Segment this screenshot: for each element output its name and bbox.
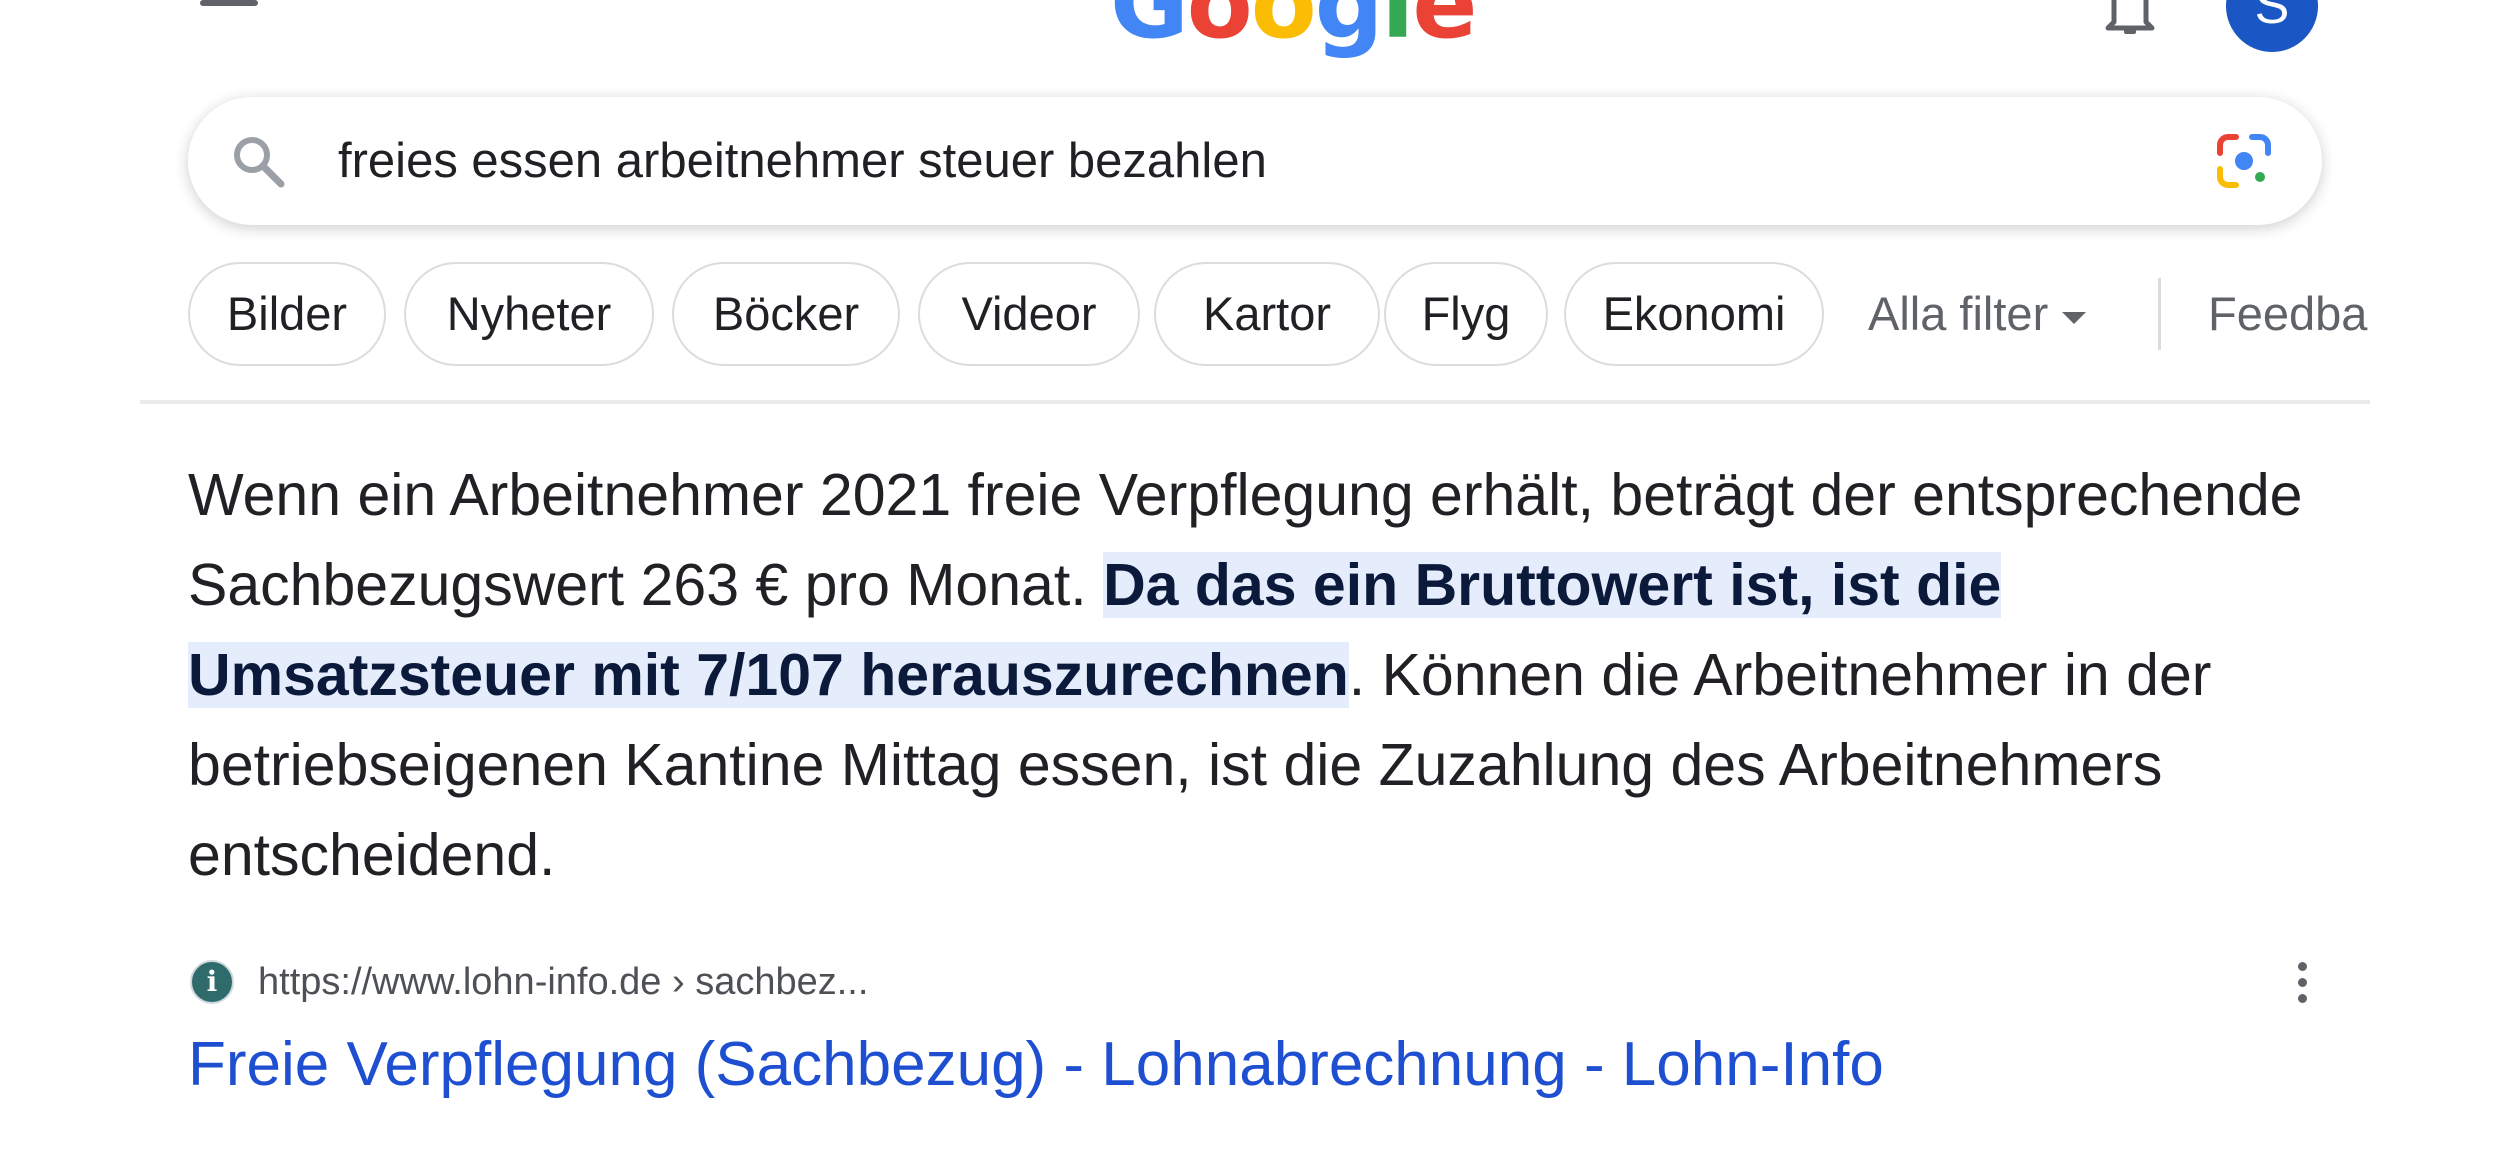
logo-letter-o1: o [1186,0,1253,60]
chip-nyheter[interactable]: Nyheter [404,262,654,366]
bell-icon[interactable] [2100,0,2160,34]
chip-videor[interactable]: Videor [918,262,1140,366]
chip-kartor[interactable]: Kartor [1154,262,1380,366]
result-title-link[interactable]: Freie Verpflegung (Sachbezug) - Lohnabre… [188,1020,1884,1110]
google-logo[interactable]: Google [1110,0,1477,52]
all-filters-button[interactable]: Alla filter [1868,262,2087,366]
logo-letter-o2: o [1250,0,1317,60]
chip-bocker[interactable]: Böcker [672,262,900,366]
section-divider [140,400,2370,404]
chip-flyg[interactable]: Flyg [1384,262,1548,366]
logo-letter-g: G [1110,0,1189,60]
caret-down-icon [2062,311,2087,324]
all-filters-label: Alla filter [1868,287,2049,340]
search-bar[interactable]: freies essen arbeitnehmer steuer bezahle… [188,97,2322,225]
chip-ekonomi[interactable]: Ekonomi [1564,262,1824,366]
filter-chips: Bilder Nyheter Böcker Videor Kartor Flyg… [188,262,2368,370]
avatar[interactable]: S [2226,0,2318,52]
chip-divider [2158,278,2161,350]
logo-letter-g2: g [1314,0,1384,60]
site-favicon[interactable]: i [190,960,234,1004]
chip-bilder[interactable]: Bilder [188,262,386,366]
search-input[interactable]: freies essen arbeitnehmer steuer bezahle… [338,97,1267,225]
google-lens-icon[interactable] [2216,133,2272,189]
feedback-link[interactable]: Feedba [2208,262,2367,366]
result-url[interactable]: https://www.lohn-info.de › sachbez... [258,957,868,1007]
more-vert-icon[interactable] [2290,962,2314,1006]
search-icon[interactable] [230,133,286,189]
logo-letter-e: e [1412,0,1477,60]
logo-letter-l: l [1381,0,1414,60]
menu-icon[interactable] [200,0,258,14]
featured-snippet: Wenn ein Arbeitnehmer 2021 freie Verpfle… [188,450,2338,900]
